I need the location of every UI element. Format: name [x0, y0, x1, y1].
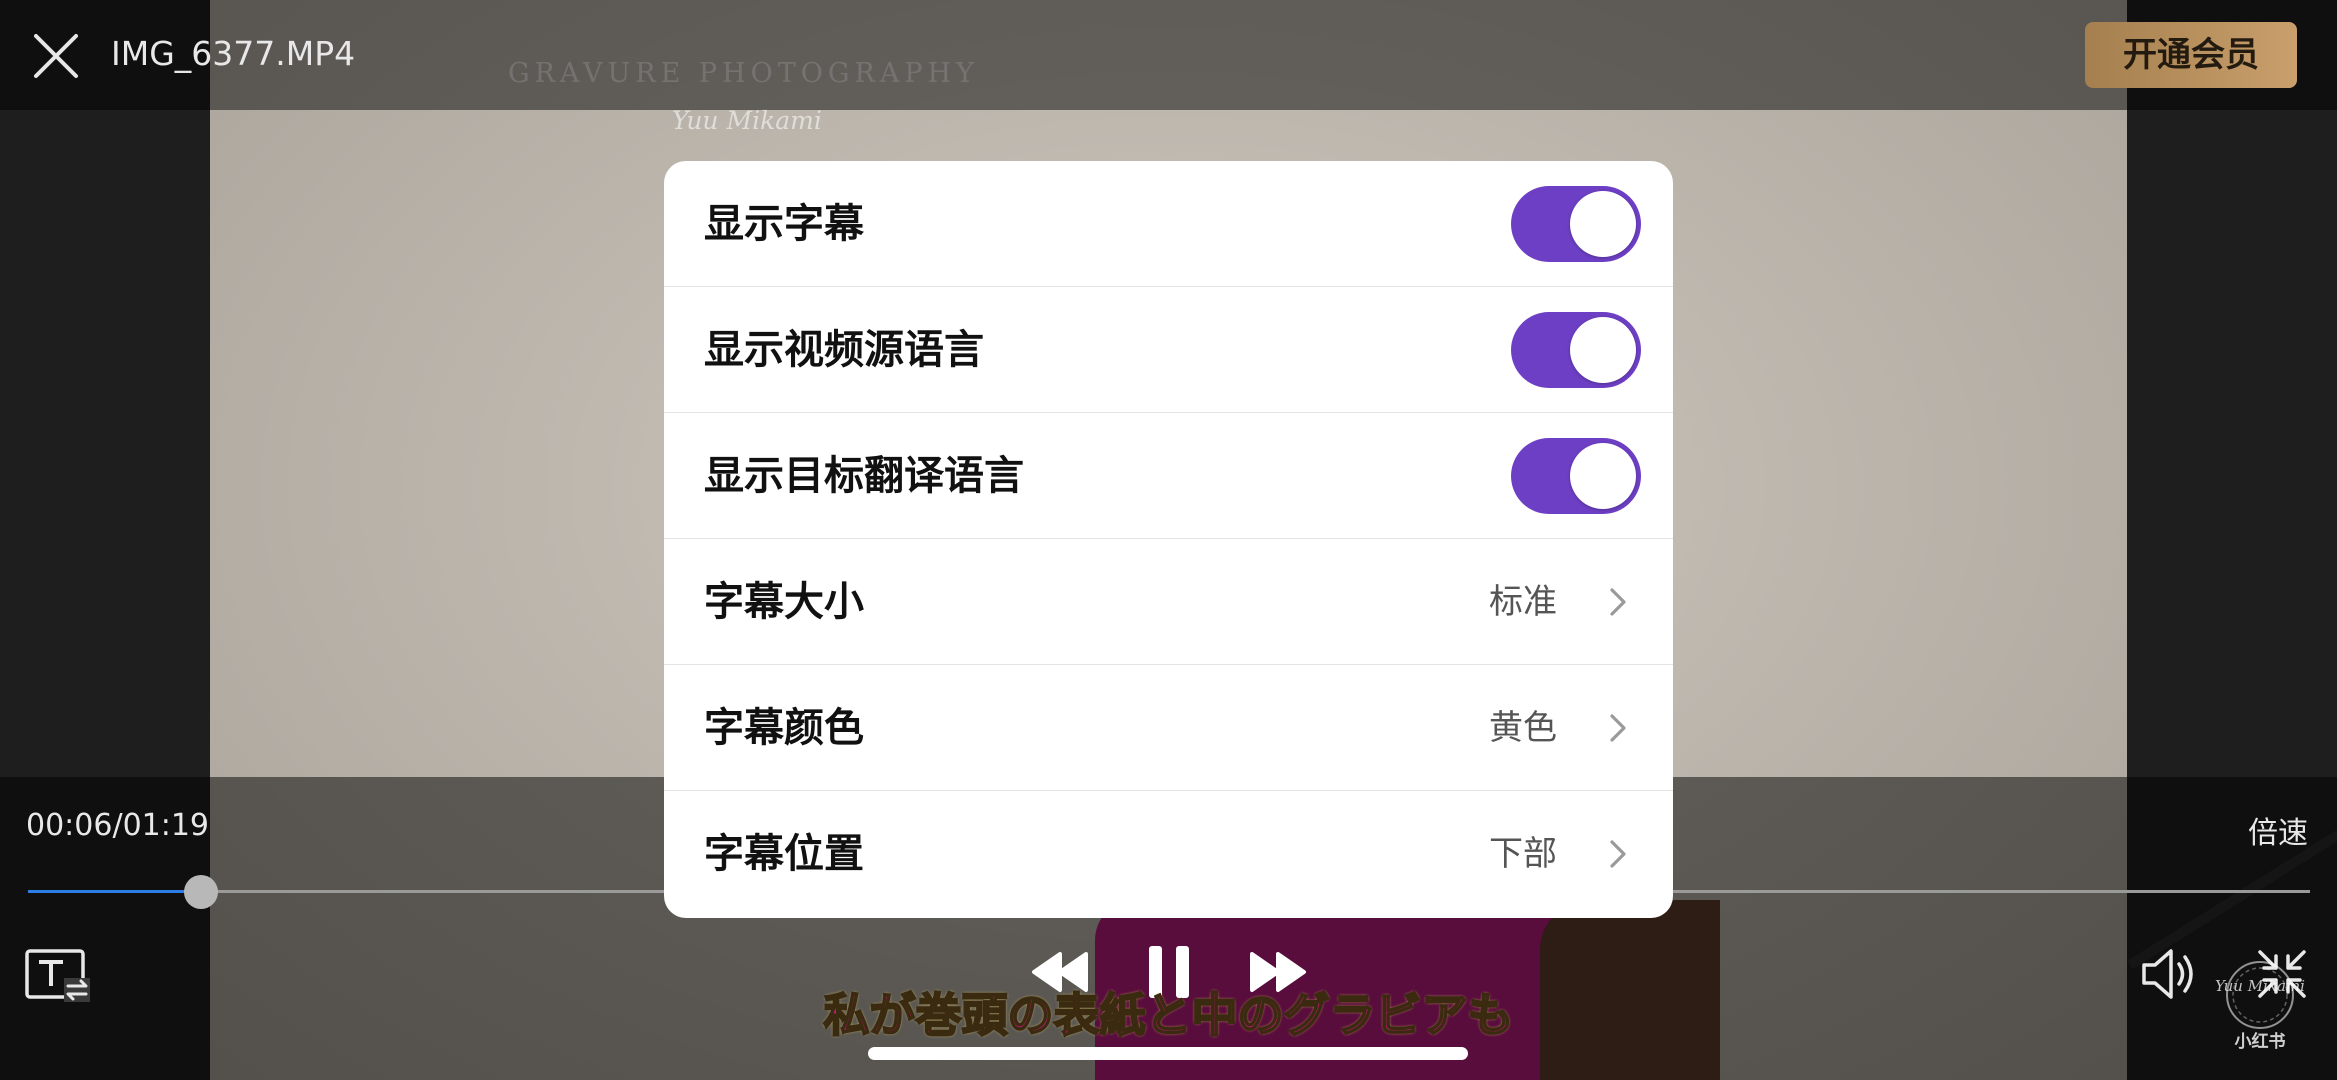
close-button[interactable] — [26, 26, 86, 86]
badge-text: Yuu Mikami — [2215, 977, 2305, 995]
show-source-language-toggle[interactable] — [1511, 312, 1641, 388]
xiaohongshu-watermark: Yuu Mikami 小红书 — [2210, 955, 2310, 1055]
subtitle-color-value: 黄色 — [1489, 708, 1557, 748]
row-subtitle-position[interactable]: 字幕位置 下部 — [664, 791, 1673, 917]
toggle-knob — [1570, 443, 1636, 509]
row-label: 字幕颜色 — [704, 705, 864, 751]
chevron-right-icon — [1610, 588, 1626, 616]
row-label: 显示字幕 — [704, 201, 864, 247]
progress-fill — [28, 890, 202, 893]
toggle-knob — [1570, 317, 1636, 383]
show-subtitles-toggle[interactable] — [1511, 186, 1641, 262]
time-display: 00:06/01:19 — [26, 808, 210, 843]
subtitle-text: 私が巻頭の表紙と中のグラビアも — [823, 987, 1515, 1043]
show-target-language-toggle[interactable] — [1511, 438, 1641, 514]
chevron-right-icon — [1610, 714, 1626, 742]
row-label: 显示视频源语言 — [704, 327, 984, 373]
subtitle-settings-sheet: 显示字幕 显示视频源语言 显示目标翻译语言 字幕大小 标准 字幕颜色 黄色 字幕… — [664, 161, 1673, 918]
row-show-source-language[interactable]: 显示视频源语言 — [664, 287, 1673, 413]
row-label: 字幕位置 — [704, 831, 864, 877]
video-watermark-subtitle: Yuu Mikami — [672, 106, 822, 135]
row-show-target-language[interactable]: 显示目标翻译语言 — [664, 413, 1673, 539]
file-name: IMG_6377.MP4 — [111, 34, 356, 73]
row-subtitle-color[interactable]: 字幕颜色 黄色 — [664, 665, 1673, 791]
vip-button[interactable]: 开通会员 — [2085, 22, 2297, 88]
row-show-subtitles[interactable]: 显示字幕 — [664, 161, 1673, 287]
volume-icon — [2142, 949, 2193, 999]
subtitle-size-value: 标准 — [1489, 582, 1557, 622]
subtitle-position-value: 下部 — [1489, 834, 1557, 874]
row-subtitle-size[interactable]: 字幕大小 标准 — [664, 539, 1673, 665]
home-indicator[interactable] — [868, 1047, 1468, 1060]
row-label: 显示目标翻译语言 — [704, 453, 1024, 499]
badge-app-label: 小红书 — [2235, 1031, 2286, 1052]
toggle-knob — [1570, 191, 1636, 257]
close-icon — [34, 34, 78, 78]
row-label: 字幕大小 — [704, 579, 864, 625]
chevron-right-icon — [1610, 840, 1626, 868]
volume-button[interactable] — [2140, 946, 2200, 1002]
speed-button[interactable]: 倍速 — [2248, 808, 2308, 852]
